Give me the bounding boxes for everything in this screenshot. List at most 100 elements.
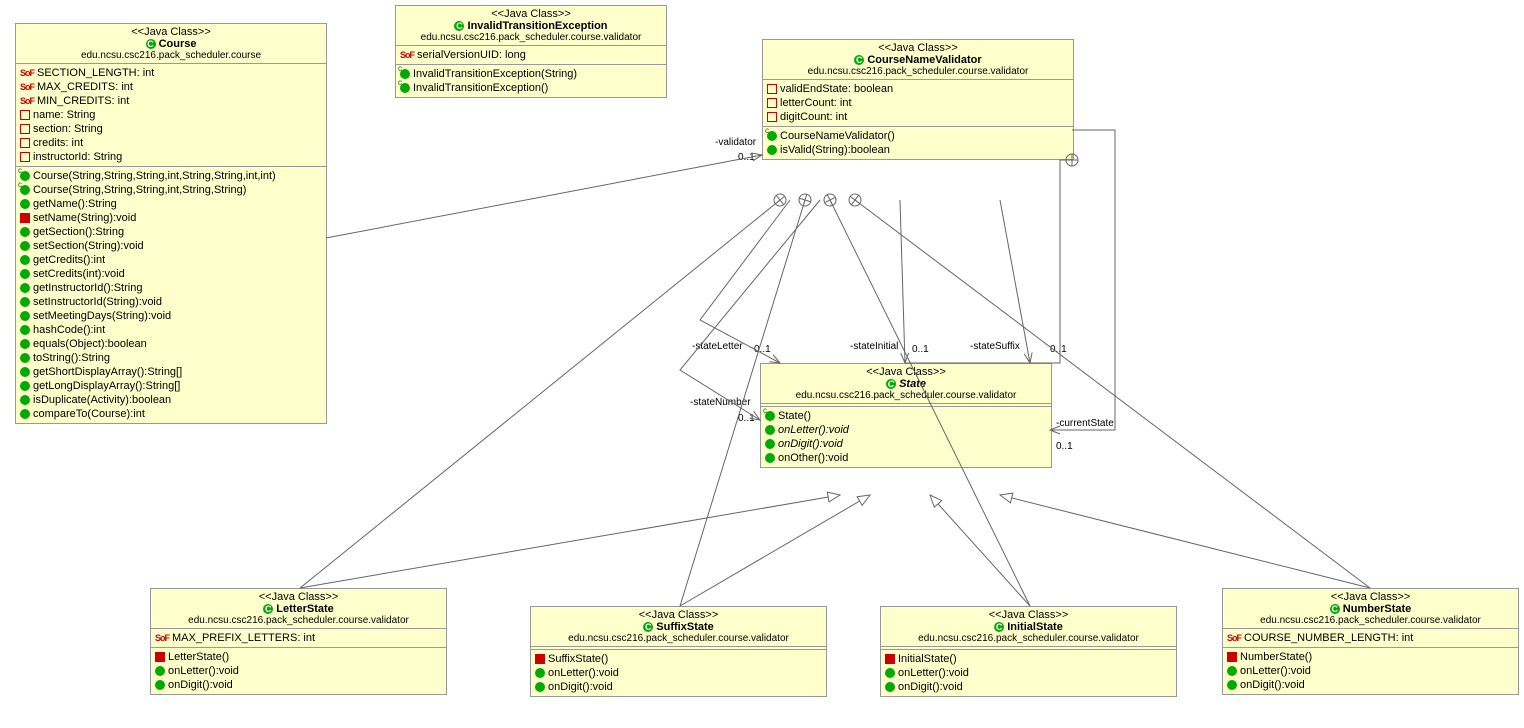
member-row: section: String — [20, 122, 322, 136]
attributes: SoFserialVersionUID: long — [396, 46, 666, 65]
member-text: onDigit():void — [548, 681, 613, 693]
member-text: serialVersionUID: long — [417, 49, 526, 61]
member-text: getShortDisplayArray():String[] — [33, 366, 182, 378]
visibility-icon — [535, 682, 545, 692]
class-icon: C — [1330, 604, 1340, 614]
member-text: isValid(String):boolean — [780, 144, 890, 156]
visibility-icon: SoF — [20, 82, 34, 92]
member-row: isValid(String):boolean — [767, 143, 1069, 157]
member-text: onDigit():void — [778, 438, 843, 450]
package: edu.ncsu.csc216.pack_scheduler.course.va… — [155, 615, 442, 626]
member-row: onDigit():void — [155, 678, 442, 692]
member-row: SoFserialVersionUID: long — [400, 48, 662, 62]
visibility-icon — [767, 131, 777, 141]
label-stateInitial: -stateInitial — [850, 341, 898, 352]
label-m01: 0..1 — [912, 344, 929, 355]
visibility-icon — [20, 325, 30, 335]
member-text: NumberState() — [1240, 651, 1312, 663]
member-text: onLetter():void — [548, 667, 619, 679]
class-state: <<Java Class>>C Stateedu.ncsu.csc216.pac… — [760, 363, 1052, 468]
member-text: equals(Object):boolean — [33, 338, 147, 350]
member-row: setName(String):void — [20, 211, 322, 225]
member-row: SoFSECTION_LENGTH: int — [20, 66, 322, 80]
visibility-icon — [20, 297, 30, 307]
visibility-icon — [767, 112, 777, 122]
member-row: InvalidTransitionException() — [400, 81, 662, 95]
member-text: compareTo(Course):int — [33, 408, 145, 420]
member-text: instructorId: String — [33, 151, 122, 163]
visibility-icon — [885, 682, 895, 692]
member-text: MAX_PREFIX_LETTERS: int — [172, 632, 315, 644]
class-icon: C — [643, 622, 653, 632]
member-row: toString():String — [20, 351, 322, 365]
member-row: InitialState() — [885, 652, 1172, 666]
member-text: MAX_CREDITS: int — [37, 81, 133, 93]
class-icon: C — [994, 622, 1004, 632]
class-icon: C — [263, 604, 273, 614]
member-text: onLetter():void — [898, 667, 969, 679]
operations: State()onLetter():voidonDigit():voidonOt… — [761, 407, 1051, 467]
member-text: digitCount: int — [780, 111, 847, 123]
member-text: COURSE_NUMBER_LENGTH: int — [1244, 632, 1413, 644]
operations: NumberState()onLetter():voidonDigit():vo… — [1223, 648, 1518, 694]
member-row: setMeetingDays(String):void — [20, 309, 322, 323]
visibility-icon — [1227, 666, 1237, 676]
visibility-icon — [20, 110, 30, 120]
member-text: onLetter():void — [168, 665, 239, 677]
member-row: onLetter():void — [885, 666, 1172, 680]
member-row: SoFCOURSE_NUMBER_LENGTH: int — [1227, 631, 1514, 645]
operations: SuffixState()onLetter():void onDigit():vo… — [531, 650, 826, 696]
member-text: setMeetingDays(String):void — [33, 310, 171, 322]
member-row: onDigit():void — [765, 437, 1047, 451]
visibility-icon — [767, 84, 777, 94]
member-row: setInstructorId(String):void — [20, 295, 322, 309]
package: edu.ncsu.csc216.pack_scheduler.course — [20, 50, 322, 61]
label-m01: 0..1 — [738, 152, 755, 163]
member-row: getSection():String — [20, 225, 322, 239]
member-row: getShortDisplayArray():String[] — [20, 365, 322, 379]
visibility-icon — [535, 668, 545, 678]
member-row: onDigit():void — [885, 680, 1172, 694]
member-text: section: String — [33, 123, 103, 135]
visibility-icon — [20, 381, 30, 391]
package: edu.ncsu.csc216.pack_scheduler.course.va… — [400, 32, 662, 43]
label-stateSuffix: -stateSuffix — [970, 341, 1020, 352]
member-row: setCredits(int):void — [20, 267, 322, 281]
visibility-icon — [20, 227, 30, 237]
member-row: onDigit():void — [535, 680, 822, 694]
member-text: onDigit():void — [1240, 679, 1305, 691]
member-text: Course(String,String,String,int,String,S… — [33, 170, 276, 182]
visibility-icon — [20, 199, 30, 209]
member-row: hashCode():int — [20, 323, 322, 337]
member-row: getCredits():int — [20, 253, 322, 267]
member-row: onLetter():void — [1227, 664, 1514, 678]
member-row: onDigit():void — [1227, 678, 1514, 692]
member-text: getSection():String — [33, 226, 124, 238]
class-name: LetterState — [276, 603, 333, 615]
visibility-icon — [20, 124, 30, 134]
member-text: getLongDisplayArray():String[] — [33, 380, 180, 392]
visibility-icon — [20, 138, 30, 148]
visibility-icon: SoF — [155, 633, 169, 643]
member-text: InvalidTransitionException() — [413, 82, 548, 94]
attributes: SoFCOURSE_NUMBER_LENGTH: int — [1223, 629, 1518, 648]
member-text: State() — [778, 410, 811, 422]
member-row: SuffixState() — [535, 652, 822, 666]
member-text: onOther():void — [778, 452, 848, 464]
member-text: validEndState: boolean — [780, 83, 893, 95]
member-row: getLongDisplayArray():String[] — [20, 379, 322, 393]
member-row: SoFMAX_PREFIX_LETTERS: int — [155, 631, 442, 645]
stereotype: <<Java Class>> — [885, 609, 1172, 621]
member-row: onLetter():void — [155, 664, 442, 678]
visibility-icon: SoF — [20, 68, 34, 78]
member-row: getInstructorId():String — [20, 281, 322, 295]
operations: Course(String,String,String,int,String,S… — [16, 167, 326, 423]
member-text: SECTION_LENGTH: int — [37, 67, 154, 79]
member-text: toString():String — [33, 352, 110, 364]
operations: LetterState()onLetter():voidonDigit():vo… — [151, 648, 446, 694]
member-row: letterCount: int — [767, 96, 1069, 110]
class-suffix: <<Java Class>>C SuffixStateedu.ncsu.csc2… — [530, 606, 827, 697]
visibility-icon — [155, 652, 165, 662]
visibility-icon — [20, 311, 30, 321]
member-row: name: String — [20, 108, 322, 122]
